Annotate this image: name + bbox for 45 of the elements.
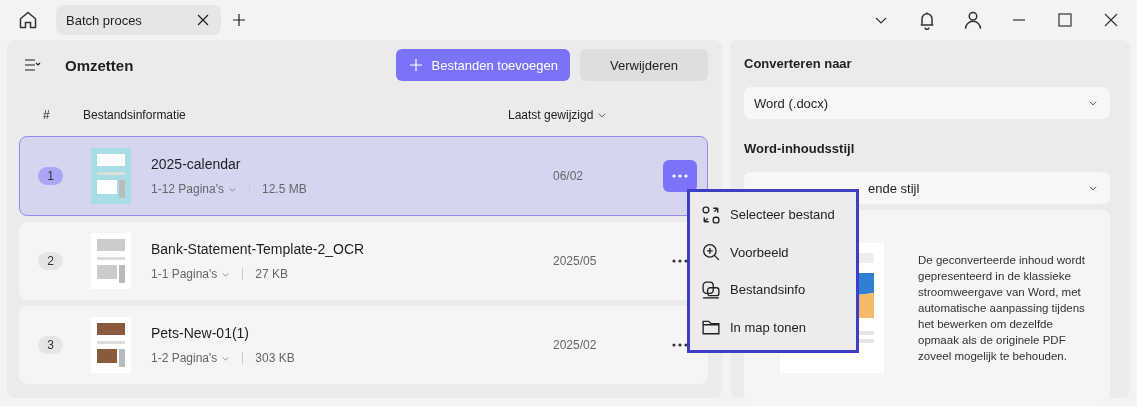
modified-date: 2025/05 (553, 254, 598, 268)
section-label: Word-inhoudsstijl (744, 141, 856, 156)
maximize-icon[interactable] (1057, 12, 1073, 28)
file-name: Pets-New-01(1) (151, 325, 251, 341)
file-size: 303 KB (255, 351, 295, 365)
document-tab[interactable]: Batch proces (56, 5, 221, 35)
close-icon[interactable] (195, 12, 211, 28)
file-size: 27 KB (255, 267, 289, 281)
column-header: # (43, 108, 51, 122)
folder-icon (702, 318, 720, 337)
page-range[interactable]: 1-2 Pagina's (151, 351, 218, 365)
chevron-down-icon (1088, 98, 1098, 108)
selection-icon (702, 205, 720, 224)
file-size: 12.5 MB (262, 182, 307, 196)
row-number: 1 (38, 167, 63, 185)
file-name: Bank-Statement-Template-2_OCR (151, 241, 366, 257)
remove-button[interactable]: Verwijderen (580, 49, 708, 81)
more-icon (672, 343, 688, 347)
row-number: 3 (38, 336, 63, 354)
user-icon[interactable] (963, 10, 983, 30)
file-info-icon (702, 280, 720, 299)
section-label: Converteren naar (744, 56, 853, 71)
file-name: 2025-calendar (151, 156, 242, 172)
modified-date: 06/02 (553, 169, 585, 183)
more-icon (672, 259, 688, 263)
sort-column-header[interactable]: Laatst gewijzigd (508, 108, 708, 122)
modified-date: 2025/02 (553, 338, 598, 352)
style-description: De geconverteerde inhoud wordt gepresenteerd in de klassieke stroomweergave van Word, met automatische aanpassing tijdens het bewerken om dezelfde opmaak als de originele PDF zoveel mogelijk te behouden. (918, 253, 1086, 364)
page-range[interactable]: 1-12 Pagina's (151, 182, 224, 196)
add-files-button[interactable]: Bestanden toevoegen (395, 49, 570, 81)
chevron-down-icon (597, 110, 608, 120)
file-row[interactable]: 1 2025-calendar 1-12 Pagina's 12.5 MB 06/02 (19, 136, 708, 216)
chevron-down-icon (1088, 183, 1098, 193)
more-icon (672, 174, 688, 178)
column-header: Bestandsinformatie (83, 108, 187, 122)
page-title: Omzetten (65, 56, 135, 74)
page-range[interactable]: 1-1 Pagina's (151, 267, 218, 281)
more-button[interactable] (663, 160, 697, 192)
new-tab-icon[interactable] (231, 12, 247, 28)
row-number: 2 (38, 252, 63, 270)
format-dropdown[interactable]: Word (.docx) (744, 87, 1110, 119)
close-icon[interactable] (1103, 12, 1119, 28)
zoom-in-icon (702, 243, 720, 262)
plus-icon (407, 57, 424, 73)
file-row[interactable]: 3 Pets-New-01(1) 1-2 Pagina's 303 KB 2025/02 (19, 306, 708, 384)
